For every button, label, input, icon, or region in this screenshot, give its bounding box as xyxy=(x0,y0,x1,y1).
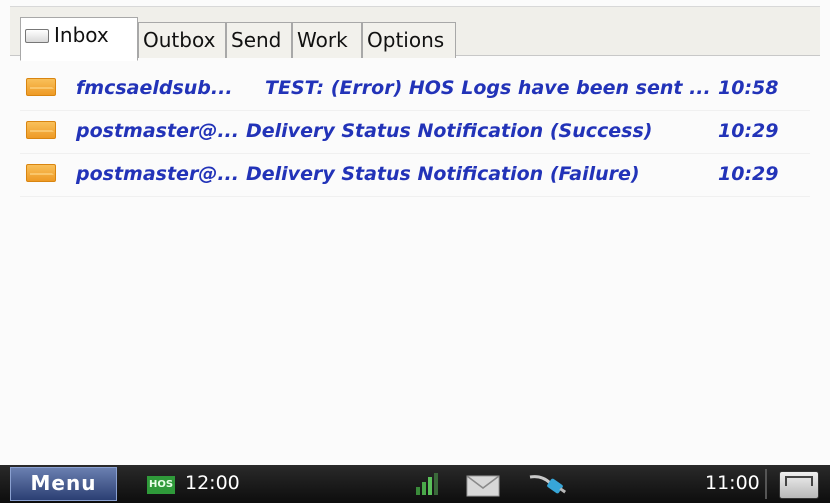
tab-send-label: Send xyxy=(231,28,282,52)
keyboard-icon[interactable] xyxy=(779,471,819,499)
tab-work[interactable]: Work xyxy=(292,22,362,58)
tab-outbox[interactable]: Outbox xyxy=(138,22,226,58)
plug-icon[interactable] xyxy=(528,471,570,499)
envelope-icon xyxy=(26,121,56,139)
message-row[interactable]: postmaster@... Delivery Status Notificat… xyxy=(20,111,810,154)
message-subject: Delivery Status Notification (Failure) xyxy=(246,163,640,185)
clock: 11:00 xyxy=(705,472,760,494)
tab-send[interactable]: Send xyxy=(226,22,292,58)
tab-inbox-label: Inbox xyxy=(54,23,109,47)
menu-button[interactable]: Menu xyxy=(10,467,117,501)
message-list: fmcsaeldsub... TEST: (Error) HOS Logs ha… xyxy=(20,68,810,197)
message-from: fmcsaeldsub... xyxy=(76,77,233,99)
message-from: postmaster@... xyxy=(76,120,239,142)
taskbar: Menu HOS 12:00 11:00 xyxy=(0,465,830,503)
message-time: 10:58 xyxy=(718,77,779,99)
signal-icon[interactable] xyxy=(412,473,440,497)
inbox-icon xyxy=(25,29,49,43)
message-from: postmaster@... xyxy=(76,163,239,185)
tab-strip: Inbox Outbox Send Work Options xyxy=(10,6,820,61)
hos-time: 12:00 xyxy=(185,472,240,494)
tab-options-label: Options xyxy=(367,28,445,52)
envelope-icon xyxy=(26,164,56,182)
tab-work-label: Work xyxy=(297,28,348,52)
message-subject: TEST: (Error) HOS Logs have been sent ..… xyxy=(265,77,711,99)
hos-icon[interactable]: HOS xyxy=(147,476,175,494)
envelope-icon xyxy=(26,78,56,96)
app-screen: Inbox Outbox Send Work Options fmcsaelds… xyxy=(0,0,830,503)
tab-inbox[interactable]: Inbox xyxy=(20,17,138,61)
tab-outbox-label: Outbox xyxy=(143,28,216,52)
message-row[interactable]: fmcsaeldsub... TEST: (Error) HOS Logs ha… xyxy=(20,68,810,111)
message-row[interactable]: postmaster@... Delivery Status Notificat… xyxy=(20,154,810,197)
message-subject: Delivery Status Notification (Success) xyxy=(246,120,653,142)
message-time: 10:29 xyxy=(718,163,779,185)
message-time: 10:29 xyxy=(718,120,779,142)
tab-options[interactable]: Options xyxy=(362,22,456,58)
mail-icon[interactable] xyxy=(466,475,500,497)
taskbar-divider xyxy=(765,469,767,499)
